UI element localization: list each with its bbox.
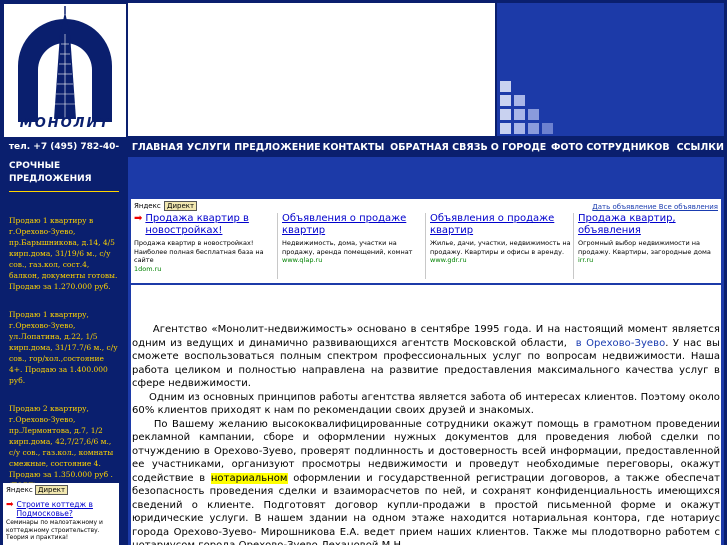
paragraph: Одним из основных принципов работы агент… xyxy=(132,391,720,417)
ad-body: Огромный выбор недвижимости на продажу. … xyxy=(578,239,711,256)
ad-item[interactable]: Объявления о продаже квартир Жилье, дачи… xyxy=(427,213,574,279)
ad-body: Продажа квартир в новостройках! Наиболее… xyxy=(134,239,264,264)
yandex-label: Яндекс xyxy=(6,486,33,494)
ad-divider xyxy=(425,213,426,279)
yandex-label: Яндекс xyxy=(134,202,161,210)
ad-item[interactable]: Продажа квартир, объявления Огромный выб… xyxy=(575,213,722,279)
header-banner xyxy=(128,3,495,136)
phone-number: тел. +7 (495) 782-40-62 xyxy=(8,142,120,170)
ad-title[interactable]: Объявления о продаже квартир xyxy=(430,213,574,237)
ads-links[interactable]: Дать объявление Все объявления xyxy=(592,203,718,211)
ad-divider xyxy=(573,213,574,279)
paragraph: Агентство «Монолит-недвижимость» основан… xyxy=(132,324,720,389)
page: МОНОЛИТ тел. +7 (495) 782-40-62 ГЛАВНАЯ … xyxy=(0,0,727,545)
sidebar-ad-body: Семинары по малоэтажному и коттеджному с… xyxy=(6,519,103,541)
offer-item[interactable]: Продаю 1 квартиру в г.Орехово-Зуево, пр.… xyxy=(3,215,125,292)
logo[interactable]: МОНОЛИТ xyxy=(3,3,127,138)
nav-staff-photos[interactable]: ФОТО СОТРУДНИКОВ xyxy=(551,142,670,153)
sidebar-divider xyxy=(9,191,119,192)
paragraph: По Вашему желанию высококвалифицированны… xyxy=(132,418,721,545)
ad-title[interactable]: Объявления о продаже квартир xyxy=(282,213,426,237)
nav-services[interactable]: УСЛУГИ xyxy=(187,142,231,153)
squares-decoration-icon xyxy=(500,81,553,134)
arrow-icon: ➡ xyxy=(6,500,14,510)
city-link[interactable]: в Орехово-Зуево xyxy=(576,338,666,349)
ad-item[interactable]: ➡ Продажа квартир в новостройках! Продаж… xyxy=(131,213,278,279)
header-decoration xyxy=(497,3,724,136)
about-text: Агентство «Монолит-недвижимость» основан… xyxy=(131,285,721,545)
ad-url[interactable]: www.gdr.ru xyxy=(430,256,574,264)
direct-tag[interactable]: Директ xyxy=(35,485,69,495)
sidebar-title: СРОЧНЫЕ ПРЕДЛОЖЕНИЯ xyxy=(9,161,92,184)
nav-feedback[interactable]: ОБРАТНАЯ СВЯЗЬ xyxy=(390,142,488,153)
main-content: Яндекс Директ Дать объявление Все объявл… xyxy=(128,157,724,545)
nav-offers[interactable]: ПРЕДЛОЖЕНИЕ xyxy=(234,142,320,153)
ad-title[interactable]: Продажа квартир в новостройках! xyxy=(145,213,278,237)
ad-divider xyxy=(277,213,278,279)
main-nav: ГЛАВНАЯ УСЛУГИ ПРЕДЛОЖЕНИЕ КОНТАКТЫ ОБРА… xyxy=(128,138,724,156)
ad-url[interactable]: irr.ru xyxy=(578,256,722,264)
ad-title[interactable]: Продажа квартир, объявления xyxy=(578,213,722,237)
offer-item[interactable]: Продаю 1 квартиру, г.Орехово-Зуево, ул.Л… xyxy=(3,309,125,386)
ad-body: Недвижимость, дома, участки на продажу, … xyxy=(282,239,413,256)
ad-item[interactable]: Объявления о продаже квартир Недвижимост… xyxy=(279,213,426,279)
logo-text: МОНОЛИТ xyxy=(19,116,111,131)
sidebar-ad-title[interactable]: Строите коттедж в Подмосковье? xyxy=(17,500,116,518)
ads-block: Яндекс Директ Дать объявление Все объявл… xyxy=(131,199,721,283)
ad-body: Жилье, дачи, участки, недвижимость на пр… xyxy=(430,239,571,256)
ads-header: Яндекс Директ Дать объявление Все объявл… xyxy=(131,200,721,212)
nav-links[interactable]: ССЫЛКИ xyxy=(677,142,724,153)
nav-home[interactable]: ГЛАВНАЯ xyxy=(132,142,183,153)
direct-tag[interactable]: Директ xyxy=(164,201,198,211)
offer-item[interactable]: Продаю 2 квартиру, г.Орехово-Зуево, пр.Л… xyxy=(3,403,125,491)
ad-url[interactable]: 1dom.ru xyxy=(134,265,278,273)
nav-about-city[interactable]: О ГОРОДЕ xyxy=(491,142,547,153)
ad-url[interactable]: www.qlap.ru xyxy=(282,256,426,264)
arrow-icon: ➡ xyxy=(134,213,143,224)
notary-highlight[interactable]: нотариальном xyxy=(210,472,288,484)
sidebar-ad[interactable]: Яндекс Директ ➡ Строите коттедж в Подмос… xyxy=(3,483,119,545)
nav-contacts[interactable]: КОНТАКТЫ xyxy=(323,142,385,153)
